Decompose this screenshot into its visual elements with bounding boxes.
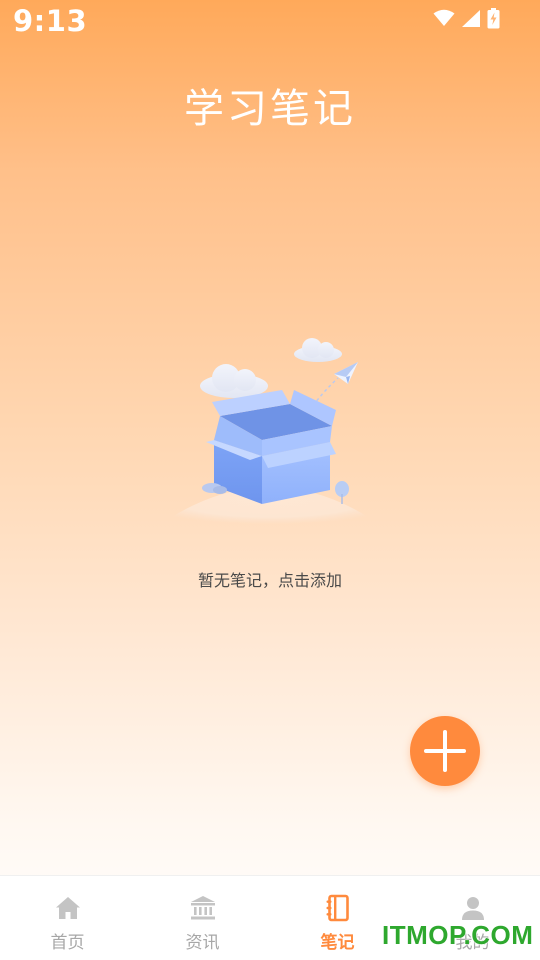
page-title: 学习笔记 [184, 86, 356, 132]
signal-icon [461, 9, 481, 28]
add-note-button[interactable] [410, 716, 480, 786]
user-icon [461, 897, 484, 920]
notebook-icon [326, 894, 349, 922]
bank-icon [190, 896, 215, 920]
status-icons [433, 7, 500, 29]
app-screen: 9:13 学习笔记 暂无笔记，点击添加 首页 资讯 笔记 我的 ITMOP.CO… [0, 0, 540, 960]
plus-icon [424, 730, 466, 772]
cloud-left [200, 364, 268, 398]
cloud-right [294, 338, 342, 362]
paper-plane [334, 362, 358, 384]
status-bar: 9:13 [0, 0, 540, 44]
home-icon [55, 897, 80, 919]
status-time: 9:13 [13, 4, 88, 38]
watermark: ITMOP.COM [382, 920, 534, 950]
battery-charging-icon [487, 7, 500, 29]
tab-news[interactable]: 资讯 [135, 876, 270, 960]
empty-message: 暂无笔记，点击添加 [197, 571, 342, 590]
tab-label: 资讯 [185, 933, 220, 953]
wifi-icon [433, 9, 455, 27]
tab-home[interactable]: 首页 [0, 876, 135, 960]
empty-box-illustration [150, 328, 390, 538]
tree-right [335, 481, 349, 504]
tab-label: 首页 [50, 933, 85, 953]
